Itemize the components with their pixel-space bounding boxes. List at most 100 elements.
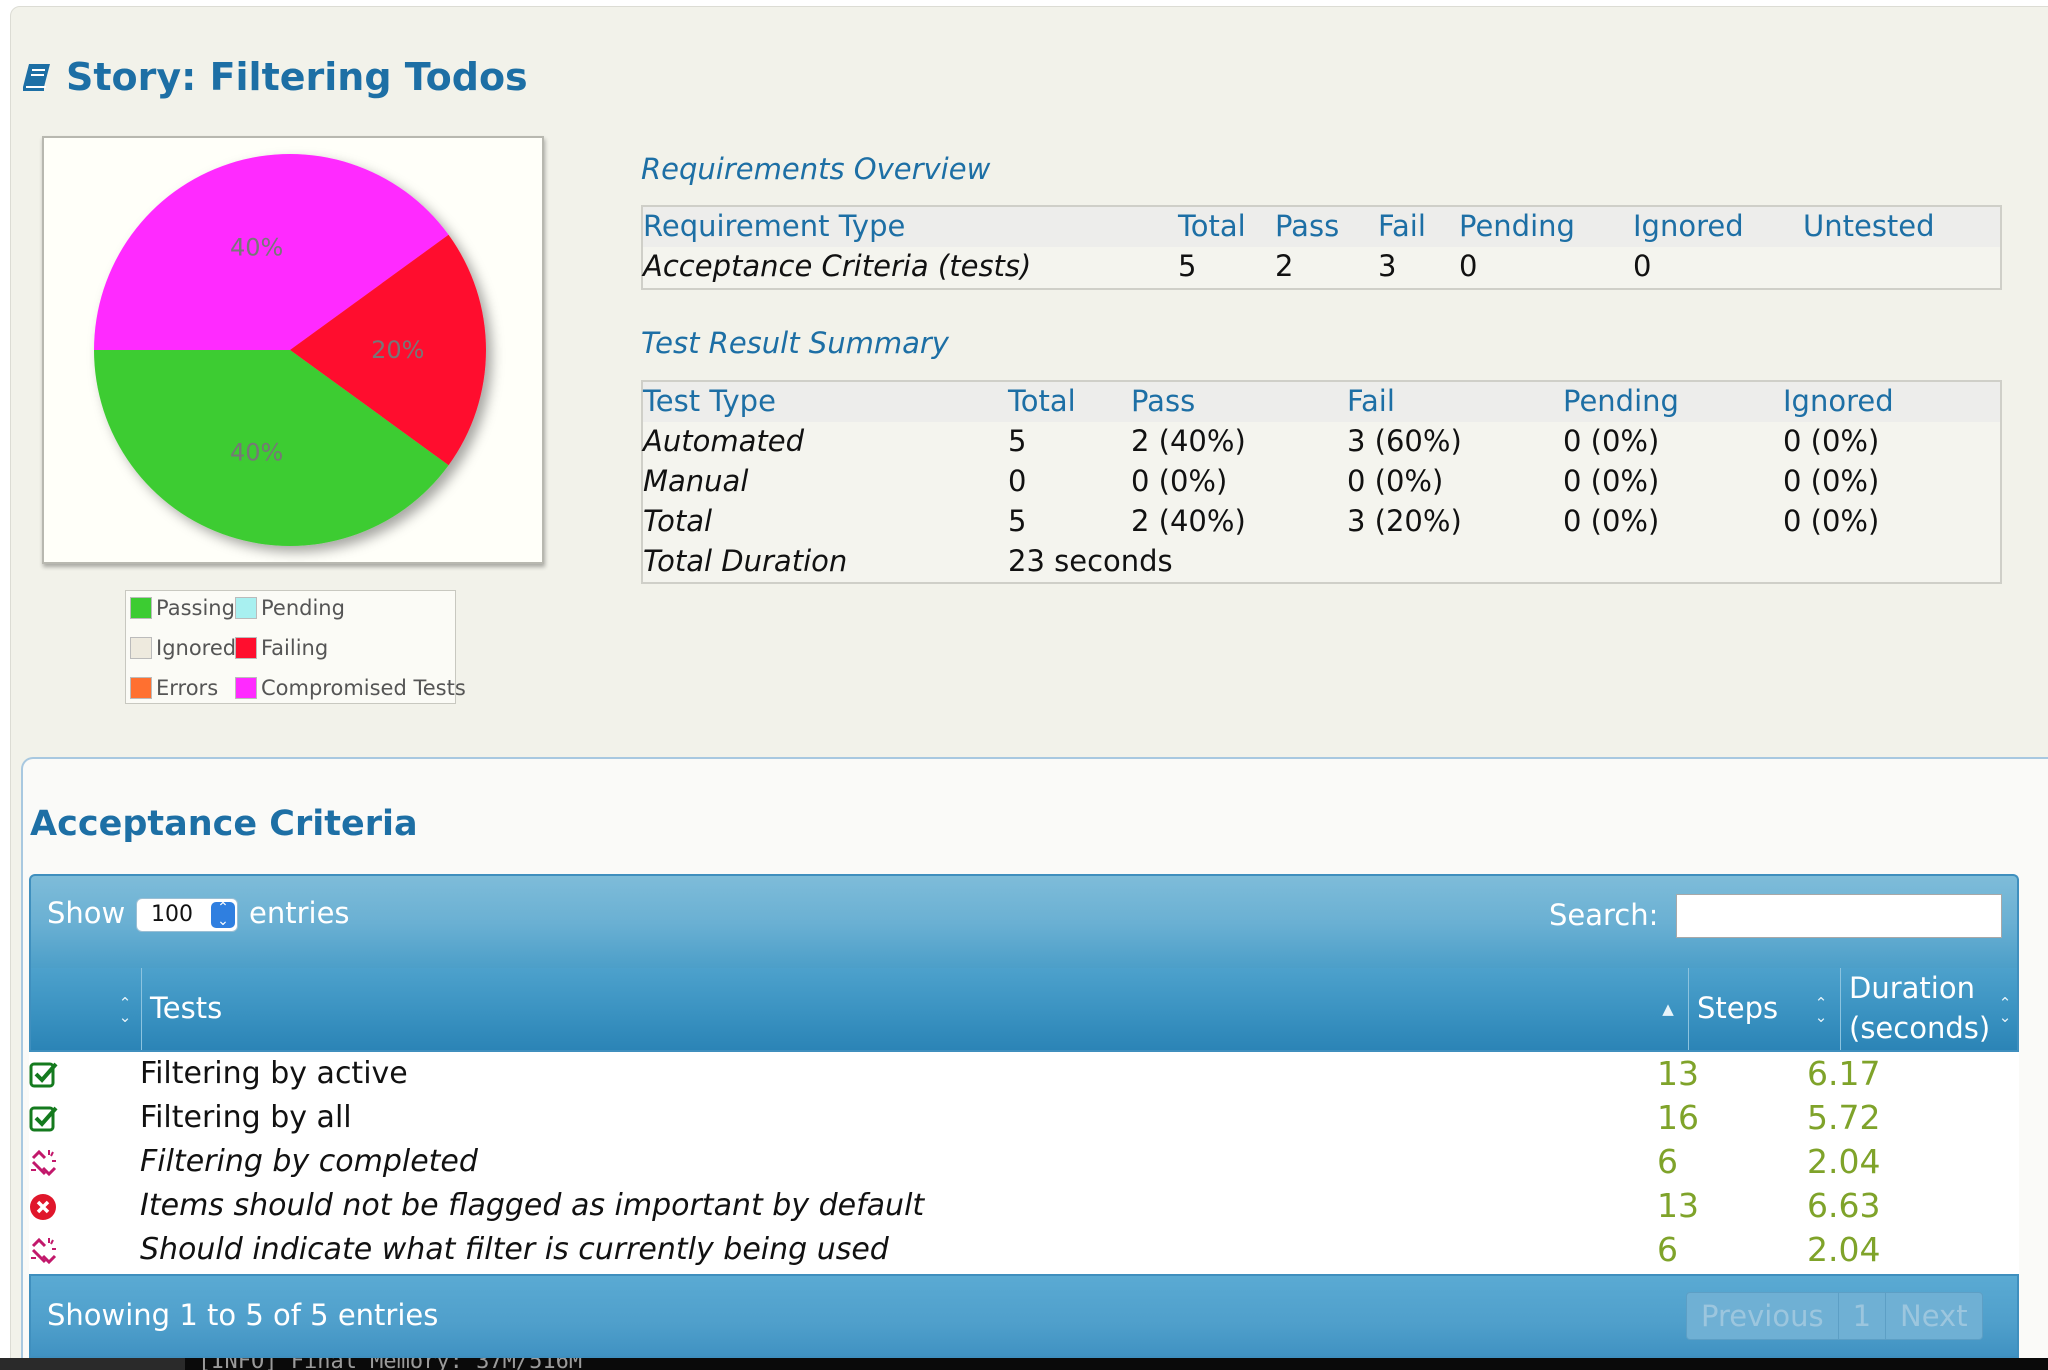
total-duration-label: Total Duration <box>643 544 848 578</box>
test-name-link[interactable]: Filtering by active <box>140 1052 408 1096</box>
table-row: Should indicate what filter is currently… <box>29 1228 2019 1272</box>
column-header-status[interactable]: ⌃ ⌄ <box>31 968 142 1050</box>
column-header-steps[interactable]: Steps ⌃ ⌄ <box>1689 968 1841 1050</box>
search-input[interactable] <box>1676 894 2002 938</box>
entries-label: entries <box>249 896 350 930</box>
row-manual-ignored: 0 (0%) <box>1783 464 1880 498</box>
test-name-link[interactable]: Items should not be flagged as important… <box>140 1184 924 1228</box>
legend-swatch <box>130 637 152 659</box>
row-automated-total: 5 <box>1008 424 1027 458</box>
col-pass: Pass <box>1275 209 1340 243</box>
row-total-fail: 3 (20%) <box>1347 504 1462 538</box>
legend-swatch <box>235 597 257 619</box>
requirements-table: Requirement Type Total Pass Fail Pending… <box>641 205 2002 290</box>
sort-both-icon: ⌃ ⌄ <box>1814 994 1828 1026</box>
row-manual-fail: 0 (0%) <box>1347 464 1444 498</box>
test-steps: 13 <box>1657 1054 1699 1093</box>
row-total-pending: 0 (0%) <box>1563 504 1660 538</box>
requirement-fail-value: 3 <box>1378 249 1397 283</box>
next-page-button[interactable]: Next <box>1886 1293 1982 1339</box>
legend-swatch <box>130 677 152 699</box>
entries-select[interactable]: 100 ⌃ ⌄ <box>136 898 238 932</box>
console-gutter <box>0 1358 185 1370</box>
row-manual-pass: 0 (0%) <box>1131 464 1228 498</box>
legend-item-failing: Failing <box>235 631 328 665</box>
legend-label: Errors <box>156 676 219 700</box>
test-steps: 6 <box>1657 1230 1678 1269</box>
table-header: ⌃ ⌄ Tests ▲ Steps ⌃ ⌄ Duration (seconds) ⌃… <box>29 968 2019 1052</box>
pie-chart-svg: 40% 20% 40% <box>94 154 486 546</box>
story-title: Story: Filtering Todos <box>66 55 528 99</box>
sort-both-icon: ⌃ ⌄ <box>1998 994 2012 1026</box>
col-fail: Fail <box>1347 384 1395 418</box>
test-duration: 2.04 <box>1807 1230 1881 1269</box>
acceptance-table-body: Filtering by active 13 6.17 Filtering by… <box>29 1052 2019 1274</box>
requirements-overview-title: Requirements Overview <box>641 152 991 186</box>
column-label-tests: Tests <box>150 991 223 1025</box>
legend-label: Ignored <box>156 636 237 660</box>
test-duration: 6.17 <box>1807 1054 1881 1093</box>
story-header: Story: Filtering Todos <box>20 52 528 102</box>
col-fail: Fail <box>1378 209 1426 243</box>
requirement-pass-value: 2 <box>1275 249 1294 283</box>
row-automated-pass: 2 (40%) <box>1131 424 1246 458</box>
search-label: Search: <box>1549 898 1659 932</box>
column-header-duration[interactable]: Duration (seconds) ⌃ ⌄ <box>1841 968 2017 1050</box>
row-manual-pending: 0 (0%) <box>1563 464 1660 498</box>
col-ignored: Ignored <box>1633 209 1744 243</box>
test-duration: 6.63 <box>1807 1186 1881 1225</box>
col-total: Total <box>1178 209 1246 243</box>
table-row: Filtering by completed 6 2.04 <box>29 1140 2019 1184</box>
console-strip: [INFO] Final Memory: 37M/516M <box>0 1358 2048 1370</box>
col-test-type: Test Type <box>643 384 776 418</box>
table-row: Filtering by all 16 5.72 <box>29 1096 2019 1140</box>
pagination: Previous 1 Next <box>1686 1292 1983 1340</box>
broken-link-icon <box>31 1149 57 1177</box>
legend-label: Pending <box>261 596 345 620</box>
pie-slice-label: 40% <box>230 233 283 261</box>
legend-swatch <box>130 597 152 619</box>
col-pending: Pending <box>1563 384 1679 418</box>
book-icon <box>23 64 50 91</box>
table-toolbar: Show 100 ⌃ ⌄ entries Search: <box>29 874 2019 970</box>
acceptance-criteria-title: Acceptance Criteria <box>30 804 418 844</box>
select-arrows-icon: ⌃ ⌄ <box>211 901 235 928</box>
test-duration: 5.72 <box>1807 1098 1881 1137</box>
legend-item-compromised: Compromised Tests <box>235 671 466 705</box>
previous-page-button[interactable]: Previous <box>1687 1293 1839 1339</box>
table-footer: Showing 1 to 5 of 5 entries Previous 1 N… <box>29 1274 2019 1358</box>
pie-slice-label: 20% <box>371 336 424 364</box>
col-requirement-type: Requirement Type <box>643 209 906 243</box>
row-total-total: 5 <box>1008 504 1027 538</box>
test-steps: 16 <box>1657 1098 1699 1137</box>
col-total: Total <box>1008 384 1076 418</box>
console-line: [INFO] Final Memory: 37M/516M <box>198 1358 582 1370</box>
test-name-link[interactable]: Filtering by all <box>140 1096 352 1140</box>
legend-item-errors: Errors <box>130 671 218 705</box>
pie-chart: 40% 20% 40% <box>42 136 544 564</box>
legend-item-pending: Pending <box>235 591 345 625</box>
col-pending: Pending <box>1459 209 1575 243</box>
page-1-button[interactable]: 1 <box>1839 1293 1887 1339</box>
requirement-total-value: 5 <box>1178 249 1197 283</box>
row-automated-ignored: 0 (0%) <box>1783 424 1880 458</box>
row-total-type: Total <box>643 504 713 538</box>
test-name-link[interactable]: Should indicate what filter is currently… <box>140 1228 889 1272</box>
row-manual-total: 0 <box>1008 464 1027 498</box>
column-header-tests[interactable]: Tests ▲ <box>142 968 1689 1050</box>
legend-swatch <box>235 637 257 659</box>
check-box-icon <box>29 1062 58 1088</box>
row-total-ignored: 0 (0%) <box>1783 504 1880 538</box>
table-row: Items should not be flagged as important… <box>29 1184 2019 1228</box>
test-name-link[interactable]: Filtering by completed <box>140 1140 478 1184</box>
row-automated-type: Automated <box>643 424 804 458</box>
test-duration: 2.04 <box>1807 1142 1881 1181</box>
legend-item-passing: Passing <box>130 591 235 625</box>
row-automated-fail: 3 (60%) <box>1347 424 1462 458</box>
legend-swatch <box>235 677 257 699</box>
test-result-table: Test Type Total Pass Fail Pending Ignore… <box>641 380 2002 584</box>
test-result-summary-title: Test Result Summary <box>641 326 949 360</box>
chart-legend: Passing Pending Ignored Failing Errors C… <box>125 590 466 705</box>
column-label-steps: Steps <box>1697 991 1779 1025</box>
legend-label: Failing <box>261 636 329 660</box>
